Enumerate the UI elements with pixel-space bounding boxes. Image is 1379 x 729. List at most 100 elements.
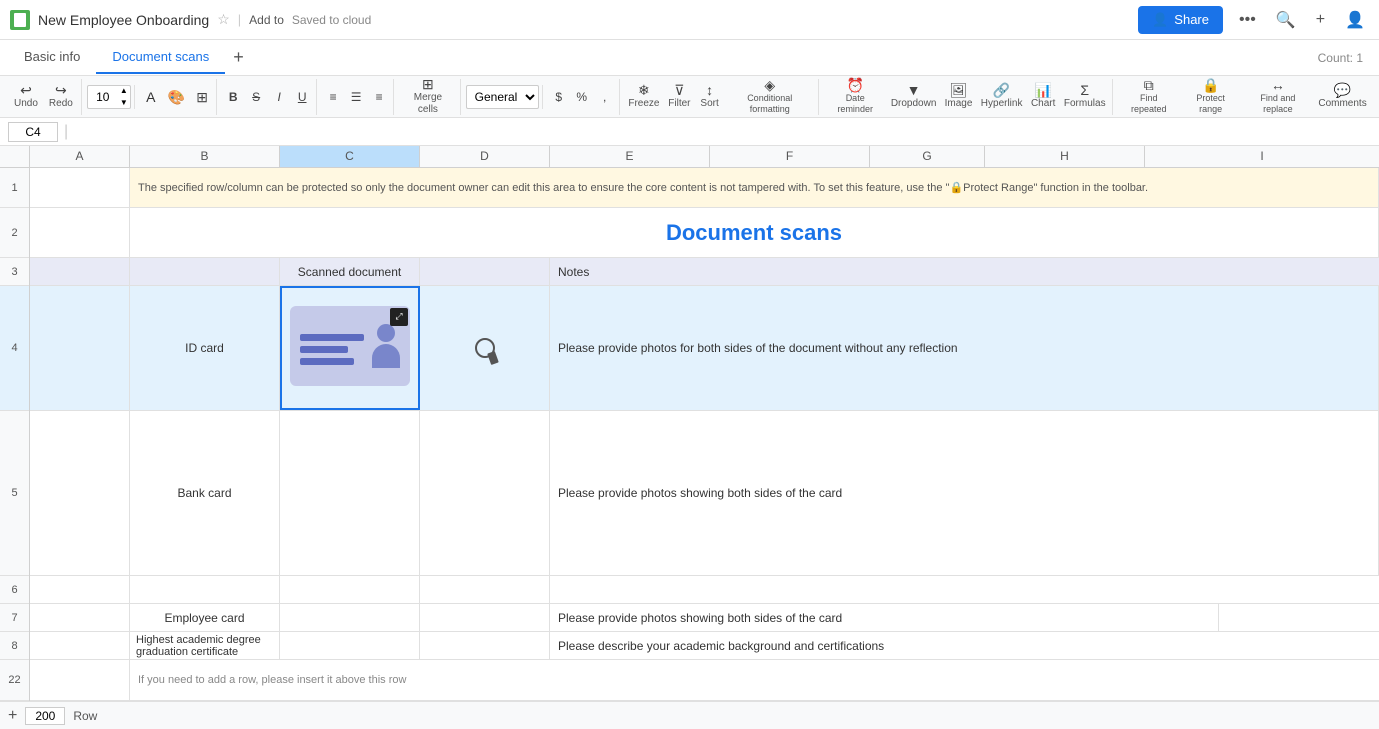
cell-c4-selected[interactable]: ⤢ [280, 286, 420, 410]
cell-d4[interactable] [420, 286, 550, 410]
cell-a7[interactable] [30, 604, 130, 631]
cell-e7-note[interactable]: Please provide photos showing both sides… [550, 604, 1219, 631]
formula-input[interactable] [74, 125, 1371, 139]
image-button[interactable]: 🖼 Image [941, 79, 977, 115]
tab-add-button[interactable]: + [225, 43, 252, 72]
find-replace-button[interactable]: ↔ Find and replace [1242, 79, 1314, 115]
strikethrough-button[interactable]: S [245, 79, 267, 115]
cell-a22[interactable] [30, 660, 130, 700]
filter-button[interactable]: ⊽ Filter [664, 79, 694, 115]
cell-c7[interactable] [280, 604, 420, 631]
cell-c5[interactable] [280, 411, 420, 575]
row-num-1: 1 [0, 168, 29, 208]
toolbar-font-family: General [463, 85, 543, 109]
table-format-button[interactable]: ⊞ [191, 79, 213, 115]
cell-f7[interactable] [1219, 604, 1379, 631]
cell-b4-label[interactable]: ID card [130, 286, 280, 410]
add-row-button[interactable]: + [8, 707, 17, 725]
col-header-b[interactable]: B [130, 146, 280, 167]
cell-b8-label[interactable]: Highest academic degree graduation certi… [130, 632, 280, 659]
cell-a4[interactable] [30, 286, 130, 410]
cell-c8[interactable] [280, 632, 420, 659]
freeze-button[interactable]: ❄ Freeze [625, 79, 664, 115]
cell-a2[interactable] [30, 208, 130, 257]
cell-d7[interactable] [420, 604, 550, 631]
tab-basic-info[interactable]: Basic info [8, 41, 96, 74]
cell-b6[interactable] [130, 576, 280, 603]
cell-e5-note[interactable]: Please provide photos showing both sides… [550, 411, 1379, 575]
cell-a5[interactable] [30, 411, 130, 575]
col-header-e[interactable]: E [550, 146, 710, 167]
percent-button[interactable]: % [571, 79, 593, 115]
align-center-button[interactable]: ☰ [345, 79, 367, 115]
align-right-icon: ≡ [376, 90, 383, 104]
cell-a8[interactable] [30, 632, 130, 659]
more-options-button[interactable]: ••• [1235, 7, 1260, 33]
cell-d3[interactable] [420, 258, 550, 285]
align-right-button[interactable]: ≡ [368, 79, 390, 115]
conditional-formatting-button[interactable]: ◈ Conditional formatting [725, 79, 815, 115]
cell-reference[interactable]: C4 [8, 122, 58, 142]
underline-button[interactable]: U [291, 79, 313, 115]
sort-button[interactable]: ↕ Sort [696, 79, 724, 115]
undo-button[interactable]: ↩Undo [9, 79, 43, 115]
top-bar-right: 👤 Share ••• 🔍 + 👤 [1138, 6, 1369, 34]
share-button[interactable]: 👤 Share [1138, 6, 1223, 34]
cell-b22-hint: If you need to add a row, please insert … [130, 660, 1379, 700]
col-header-g[interactable]: G [870, 146, 985, 167]
cell-e4-note[interactable]: Please provide photos for both sides of … [550, 286, 1379, 410]
font-size-input[interactable]: 10 [88, 90, 118, 104]
cell-b3[interactable] [130, 258, 280, 285]
font-size-down[interactable]: ▼ [118, 97, 130, 109]
italic-button[interactable]: I [268, 79, 290, 115]
cell-d8[interactable] [420, 632, 550, 659]
find-repeated-button[interactable]: ⧉ Find repeated [1118, 79, 1180, 115]
cell-e3-header[interactable]: Notes [550, 258, 1379, 285]
comments-button[interactable]: 💬 Comments [1315, 79, 1370, 115]
merge-cells-button[interactable]: ⊞ Merge cells [399, 79, 456, 115]
date-reminder-button[interactable]: ⏰ Date reminder [824, 79, 887, 115]
font-family-select[interactable]: General [466, 85, 539, 109]
add-to-button[interactable]: Add to [249, 13, 284, 27]
account-button[interactable]: 👤 [1341, 6, 1369, 34]
id-line-1 [300, 334, 364, 341]
col-header-h[interactable]: H [985, 146, 1145, 167]
fill-color-button[interactable]: 🎨 [163, 79, 190, 115]
cell-d5[interactable] [420, 411, 550, 575]
cell-e8-note[interactable]: Please describe your academic background… [550, 632, 1379, 659]
font-size-up[interactable]: ▲ [118, 85, 130, 97]
cell-d6[interactable] [420, 576, 550, 603]
col-header-a[interactable]: A [30, 146, 130, 167]
align-left-button[interactable]: ≡ [322, 79, 344, 115]
text-color-button[interactable]: A [140, 79, 162, 115]
font-size-control[interactable]: 10 ▲ ▼ [87, 85, 131, 109]
cell-b7-label[interactable]: Employee card [130, 604, 280, 631]
comma-button[interactable]: , [594, 79, 616, 115]
col-header-d[interactable]: D [420, 146, 550, 167]
formulas-button[interactable]: Σ Formulas [1060, 79, 1109, 115]
col-header-f[interactable]: F [710, 146, 870, 167]
cell-c6[interactable] [280, 576, 420, 603]
row-count-input[interactable]: 200 [25, 707, 65, 725]
toolbar-number: $ % , [545, 79, 620, 115]
currency-button[interactable]: $ [548, 79, 570, 115]
add-button[interactable]: + [1312, 7, 1329, 33]
cell-e6[interactable] [550, 576, 1379, 603]
bold-button[interactable]: B [222, 79, 244, 115]
col-header-c[interactable]: C [280, 146, 420, 167]
hyperlink-button[interactable]: 🔗 Hyperlink [977, 79, 1026, 115]
search-button[interactable]: 🔍 [1272, 6, 1300, 34]
toolbar-view: ❄ Freeze ⊽ Filter ↕ Sort ◈ Conditional f… [622, 79, 819, 115]
protect-range-button[interactable]: 🔒 Protect range [1181, 79, 1241, 115]
cell-a3[interactable] [30, 258, 130, 285]
cell-c3-header[interactable]: Scanned document [280, 258, 420, 285]
cell-b5-label[interactable]: Bank card [130, 411, 280, 575]
cell-title[interactable]: Document scans [130, 208, 1379, 257]
tab-document-scans[interactable]: Document scans [96, 41, 225, 74]
col-header-i[interactable]: I [1145, 146, 1379, 167]
cell-a1[interactable] [30, 168, 130, 207]
chart-button[interactable]: 📊 Chart [1027, 79, 1060, 115]
cell-a6[interactable] [30, 576, 130, 603]
redo-button[interactable]: ↪Redo [44, 79, 78, 115]
dropdown-button[interactable]: ▼ Dropdown [888, 79, 940, 115]
